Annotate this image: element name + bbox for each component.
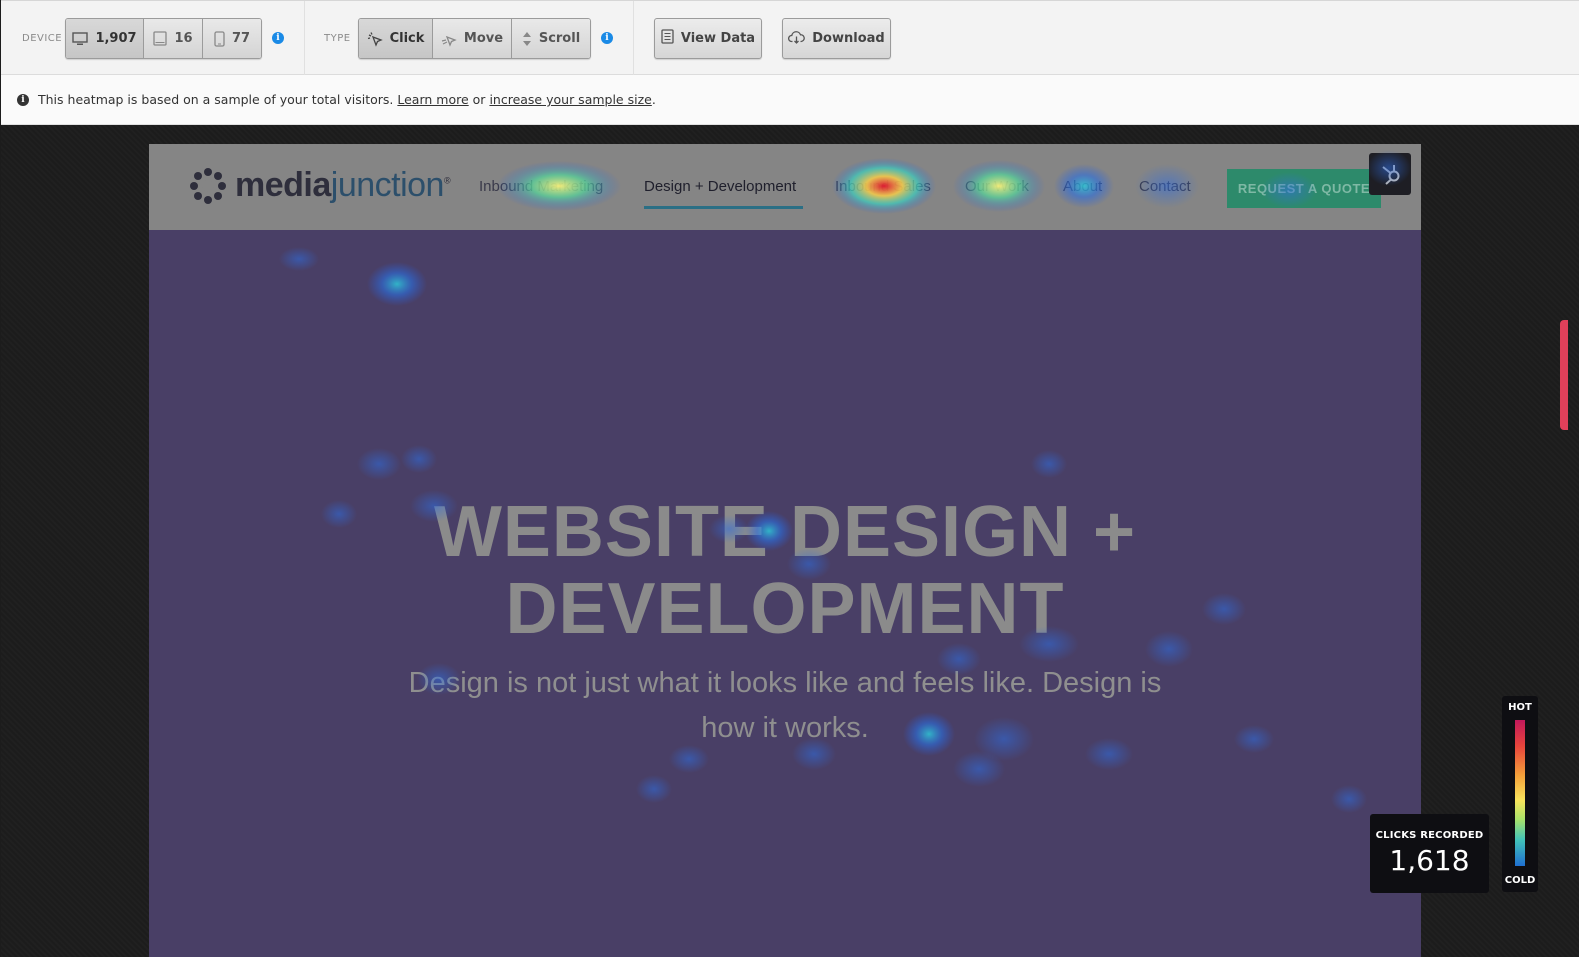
device-label: DEVICE: [22, 33, 63, 44]
logo-text: mediajunction®: [235, 166, 451, 204]
view-data-button[interactable]: View Data: [654, 18, 762, 59]
notice-period: .: [651, 92, 656, 107]
toolbar-divider: [304, 1, 305, 75]
device-phone-count: 77: [231, 31, 251, 46]
cloud-download-icon: [788, 30, 806, 48]
hero-subtitle: Design is not just what it looks like an…: [408, 667, 1162, 744]
type-label: TYPE: [324, 33, 351, 44]
desktop-icon: [72, 31, 89, 46]
nav-active-underline: [644, 206, 803, 209]
device-tablet-count: 16: [174, 31, 193, 46]
nav-our-work[interactable]: Our Work: [965, 178, 1029, 195]
legend-gradient-bar: [1515, 720, 1525, 866]
nav-contact[interactable]: Contact: [1139, 178, 1191, 195]
download-label: Download: [812, 31, 885, 46]
device-info-icon[interactable]: i: [272, 32, 284, 44]
site-header: mediajunction® Inbound Marketing Design …: [149, 144, 1421, 230]
nav-inbound-marketing[interactable]: Inbound Marketing: [479, 178, 603, 195]
phone-icon: [214, 30, 225, 47]
toolbar-divider: [633, 1, 634, 75]
device-tablet-button[interactable]: 16: [144, 19, 203, 58]
learn-more-link[interactable]: Learn more: [397, 92, 468, 107]
device-desktop-button[interactable]: 1,907: [66, 19, 144, 58]
heatmap-toolbar: DEVICE 1,907 16 77 i TYPE Click Move Scr…: [1, 0, 1579, 75]
info-icon: i: [17, 93, 29, 106]
nav-design-development[interactable]: Design + Development: [644, 178, 796, 195]
device-filter-group: 1,907 16 77: [65, 18, 262, 59]
type-info-icon[interactable]: i: [601, 32, 613, 44]
type-scroll-label: Scroll: [538, 31, 581, 46]
type-click-label: Click: [389, 31, 425, 46]
request-quote-button[interactable]: REQUEST A QUOTE: [1227, 169, 1381, 208]
site-logo: mediajunction®: [189, 166, 451, 205]
legend-hot-label: HOT: [1508, 702, 1532, 713]
click-icon: [367, 31, 383, 47]
document-icon: [661, 29, 674, 48]
heatmap-canvas: mediajunction® Inbound Marketing Design …: [1, 125, 1579, 957]
hero-title: WEBSITE DESIGN + DEVELOPMENT: [433, 492, 1137, 649]
download-button[interactable]: Download: [782, 18, 891, 59]
clicks-recorded-value: 1,618: [1389, 844, 1470, 877]
move-icon: [441, 31, 457, 47]
legend-cold-label: COLD: [1504, 875, 1536, 886]
type-move-button[interactable]: Move: [433, 19, 512, 58]
type-click-button[interactable]: Click: [359, 19, 433, 58]
sample-notice: i This heatmap is based on a sample of y…: [1, 75, 1579, 125]
heat-legend: HOT COLD: [1502, 696, 1538, 892]
logo-mark-icon: [190, 167, 226, 204]
type-filter-group: Click Move Scroll: [358, 18, 591, 59]
notice-text: This heatmap is based on a sample of you…: [38, 92, 394, 107]
device-desktop-count: 1,907: [95, 31, 137, 46]
nav-about[interactable]: About: [1063, 178, 1102, 195]
clicks-recorded-label: CLICKS RECORDED: [1375, 830, 1484, 841]
view-data-label: View Data: [680, 31, 756, 46]
scroll-icon: [522, 31, 532, 47]
clicks-recorded-panel: CLICKS RECORDED 1,618: [1370, 814, 1489, 893]
hubspot-badge[interactable]: [1369, 153, 1411, 195]
nav-inbound-sales[interactable]: Inbound Sales: [835, 178, 931, 195]
hubspot-icon: [1382, 165, 1400, 185]
type-move-label: Move: [463, 31, 504, 46]
tablet-icon: [153, 31, 168, 46]
scroll-marker: [1560, 320, 1568, 430]
type-scroll-button[interactable]: Scroll: [512, 19, 590, 58]
notice-or: or: [472, 92, 486, 107]
increase-sample-link[interactable]: increase your sample size: [489, 92, 651, 107]
page-preview: mediajunction® Inbound Marketing Design …: [149, 144, 1421, 957]
device-phone-button[interactable]: 77: [203, 19, 261, 58]
